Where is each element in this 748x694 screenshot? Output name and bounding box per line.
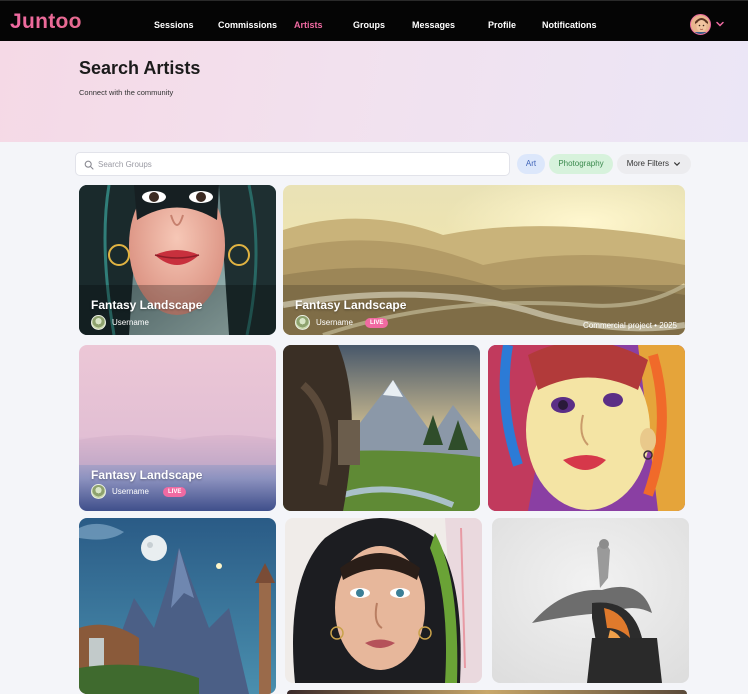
more-filters-label: More Filters: [626, 159, 669, 168]
nav-item-groups[interactable]: Groups: [353, 20, 385, 30]
card-image: [79, 185, 276, 335]
card-image: [283, 345, 480, 511]
search-bar[interactable]: [75, 152, 510, 176]
card-image: [285, 518, 482, 683]
artist-card[interactable]: [283, 345, 480, 511]
card-image: [492, 518, 689, 683]
card-username: Username: [112, 318, 149, 327]
more-filters-button[interactable]: More Filters: [617, 154, 691, 174]
search-input[interactable]: [98, 157, 498, 172]
artist-card[interactable]: [285, 518, 482, 683]
avatar: [91, 484, 106, 499]
avatar: [295, 315, 310, 330]
card-title: Fantasy Landscape: [91, 468, 203, 482]
filter-chip-photography[interactable]: Photography: [549, 154, 613, 174]
page-title: Search Artists: [79, 58, 201, 78]
nav-item-commissions[interactable]: Commissions: [218, 20, 277, 30]
card-title: Fantasy Landscape: [91, 298, 203, 312]
card-image: [79, 518, 276, 694]
nav-item-notifications[interactable]: Notifications: [542, 20, 597, 30]
card-meta: Commercial project • 2025: [583, 321, 677, 330]
artist-card[interactable]: [79, 518, 276, 694]
top-navbar: Juntoo Sessions Commissions Artists Grou…: [0, 0, 748, 41]
live-badge: LIVE: [365, 318, 389, 328]
nav-item-sessions[interactable]: Sessions: [154, 20, 194, 30]
nav-item-artists[interactable]: Artists: [294, 20, 323, 30]
artist-card[interactable]: [287, 690, 687, 694]
chevron-down-icon[interactable]: [715, 19, 725, 29]
artist-card[interactable]: [488, 345, 685, 511]
card-image: [283, 185, 685, 335]
card-title: Fantasy Landscape: [295, 298, 407, 312]
chevron-down-icon: [674, 162, 681, 166]
avatar[interactable]: [690, 14, 711, 35]
live-badge: LIVE: [163, 487, 187, 497]
filter-chip-art[interactable]: Art: [517, 154, 545, 174]
hero-banner: Search Artists Connect with the communit…: [0, 41, 748, 142]
page-subtitle: Connect with the community: [79, 88, 174, 97]
card-username: Username: [316, 318, 353, 327]
nav-item-messages[interactable]: Messages: [412, 20, 455, 30]
avatar: [91, 315, 106, 330]
search-icon: [84, 160, 94, 170]
artist-card[interactable]: [492, 518, 689, 683]
artist-card[interactable]: Fantasy Landscape Username LIVE Commerci…: [283, 185, 685, 335]
artist-card[interactable]: Fantasy Landscape Username LIVE: [79, 345, 276, 511]
card-image: [488, 345, 685, 511]
card-username: Username: [112, 487, 149, 496]
artist-card[interactable]: Fantasy Landscape Username: [79, 185, 276, 335]
nav-item-profile[interactable]: Profile: [488, 20, 516, 30]
nav-links: Sessions Commissions Artists Groups Mess…: [0, 1, 748, 42]
